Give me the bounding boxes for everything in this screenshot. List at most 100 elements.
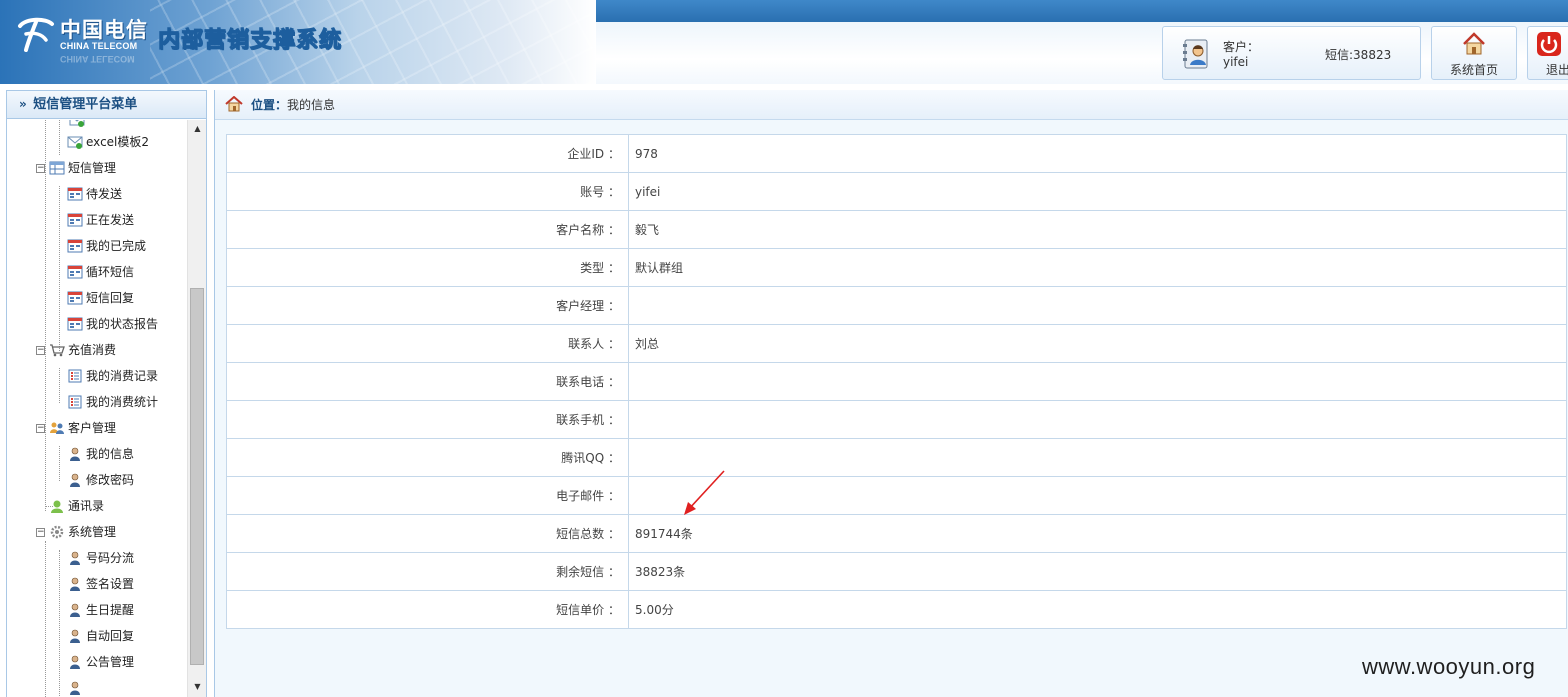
field-label: 客户经理 ： [226, 286, 629, 325]
user-icon [70, 681, 80, 695]
sidebar-item-label: 充值消费 [68, 343, 117, 357]
field-value: 891744条 [628, 514, 1567, 553]
user-info-box: 客户： yifei 短信:38823 [1162, 26, 1421, 80]
tree-line [59, 550, 60, 697]
user-icon [70, 447, 80, 461]
field-label: 联系电话 ： [226, 362, 629, 401]
sidebar-item-label: 短信管理 [68, 161, 117, 175]
field-value: 978 [628, 134, 1567, 173]
sidebar-item-consumption-stats[interactable]: 我的消费统计 [67, 389, 158, 415]
sidebar-item-completed[interactable]: 我的已完成 [67, 233, 146, 259]
menu-tree: excel模板2 − 短信管理 待发送 正在发送 我的已完成 循环短信 短信回复… [7, 120, 187, 697]
home-icon [225, 96, 243, 112]
form-icon [67, 239, 83, 253]
sidebar-item-label: 循环短信 [86, 265, 135, 279]
sidebar-item-label: 待发送 [86, 187, 123, 201]
tree-toggle-collapse[interactable]: − [36, 528, 45, 537]
logout-button[interactable]: 退出 [1527, 26, 1568, 80]
breadcrumb: 位置：我的信息 [215, 90, 1568, 120]
red-arrow-annotation-icon [684, 470, 725, 515]
tree-toggle-collapse[interactable]: − [36, 424, 45, 433]
user-icon [70, 473, 80, 487]
tree-toggle-collapse[interactable]: − [36, 346, 45, 355]
main-content: 位置：我的信息 企业ID ： 978 账号 ： yifei 客户名称 ：毅飞 类型 … [214, 90, 1568, 697]
scroll-down-arrow-icon[interactable]: ▼ [188, 678, 207, 695]
user-icon [70, 655, 80, 669]
user-icon [70, 551, 80, 565]
field-label: 联系手机 ： [226, 400, 629, 439]
form-icon [67, 213, 83, 227]
logo-text-en: CHINA TELECOM [60, 41, 138, 51]
top-band-light [596, 22, 1568, 84]
table-row: 账号 ： yifei [226, 172, 1567, 211]
sidebar-item-label: 签名设置 [86, 577, 135, 591]
sidebar-item-sms-management[interactable]: 短信管理 [49, 155, 116, 181]
scrollbar-thumb[interactable] [190, 288, 204, 665]
field-label: 电子邮件 ： [226, 476, 629, 515]
sidebar-item-label: 系统管理 [68, 525, 117, 539]
china-telecom-logo-icon [18, 17, 54, 52]
table-row: 短信总数 ： 891744条 [226, 514, 1567, 553]
sidebar-scrollbar[interactable]: ▲ ▼ [187, 120, 206, 697]
sidebar-item-announcement-management[interactable]: 公告管理 [67, 649, 134, 675]
sidebar-item-label: excel模板2 [86, 135, 150, 149]
sidebar-item-address-book[interactable]: 通讯录 [49, 493, 104, 519]
sidebar-item-label: 自动回复 [86, 629, 135, 643]
field-value: 38823条 [628, 552, 1567, 591]
tree-line [59, 186, 60, 351]
sidebar-item-sending[interactable]: 正在发送 [67, 207, 134, 233]
sidebar-item-my-info[interactable]: 我的信息 [67, 441, 134, 467]
field-value: 毅飞 [628, 210, 1567, 249]
table-row: 类型 ：默认群组 [226, 248, 1567, 287]
field-label: 类型 ： [226, 248, 629, 287]
field-label: 联系人 ： [226, 324, 629, 363]
sidebar-item-label: 修改密码 [86, 473, 135, 487]
sidebar-item-sms-reply[interactable]: 短信回复 [67, 285, 134, 311]
table-row: 短信单价 ： 5.00分 [226, 590, 1567, 629]
sidebar-item-label: 生日提醒 [86, 603, 135, 617]
table-row: 联系手机 ： [226, 400, 1567, 439]
field-label: 短信单价 ： [226, 590, 629, 629]
sidebar-item-label: 我的消费统计 [86, 395, 159, 409]
header: 中国电信 CHINA TELECOM CHINA TELECOM 内部营销支撑系… [0, 0, 1568, 84]
field-label: 短信总数 ： [226, 514, 629, 553]
field-value [628, 286, 1567, 325]
sidebar-item-excel-template-2[interactable]: excel模板2 [67, 129, 149, 155]
sidebar-item-consumption-records[interactable]: 我的消费记录 [67, 363, 158, 389]
sidebar-item-pending[interactable]: 待发送 [67, 181, 122, 207]
logout-button-label: 退出 [1546, 63, 1568, 77]
sidebar-item-status-report[interactable]: 我的状态报告 [67, 311, 158, 337]
tree-toggle-collapse[interactable]: − [36, 164, 45, 173]
sidebar-title: 短信管理平台菜单 [33, 97, 138, 112]
form-icon [67, 317, 83, 331]
tree-line [59, 120, 60, 155]
checklist-icon [68, 395, 82, 409]
field-label: 企业ID ： [226, 134, 629, 173]
field-label: 剩余短信 ： [226, 552, 629, 591]
sidebar-item-auto-reply[interactable]: 自动回复 [67, 623, 134, 649]
sidebar-item-system-management[interactable]: 系统管理 [49, 519, 116, 545]
user-icon [70, 577, 80, 591]
top-band [596, 0, 1568, 22]
sidebar-item-change-password[interactable]: 修改密码 [67, 467, 134, 493]
sidebar-item-customer-management[interactable]: 客户管理 [49, 415, 116, 441]
table-row: 电子邮件 ： [226, 476, 1567, 515]
sidebar-item-recharge[interactable]: 充值消费 [49, 337, 116, 363]
scroll-up-arrow-icon[interactable]: ▲ [188, 120, 207, 137]
table-row: 客户名称 ：毅飞 [226, 210, 1567, 249]
envelope-icon [69, 120, 85, 127]
brand-banner: 中国电信 CHINA TELECOM CHINA TELECOM 内部营销支撑系… [0, 0, 596, 84]
users-icon [50, 422, 64, 434]
user-label: 客户： [1223, 40, 1260, 54]
menu-item-partial[interactable] [67, 675, 86, 697]
sidebar-item-number-routing[interactable]: 号码分流 [67, 545, 134, 571]
sidebar-item-signature-settings[interactable]: 签名设置 [67, 571, 134, 597]
home-button[interactable]: 系统首页 [1431, 26, 1517, 80]
sidebar-item-birthday-reminder[interactable]: 生日提醒 [67, 597, 134, 623]
sidebar-item-recurring-sms[interactable]: 循环短信 [67, 259, 134, 285]
field-label: 客户名称 ： [226, 210, 629, 249]
table-row: 联系电话 ： [226, 362, 1567, 401]
sidebar-item-label: 公告管理 [86, 655, 135, 669]
form-icon [67, 291, 83, 305]
sidebar-header: » 短信管理平台菜单 [7, 91, 206, 119]
